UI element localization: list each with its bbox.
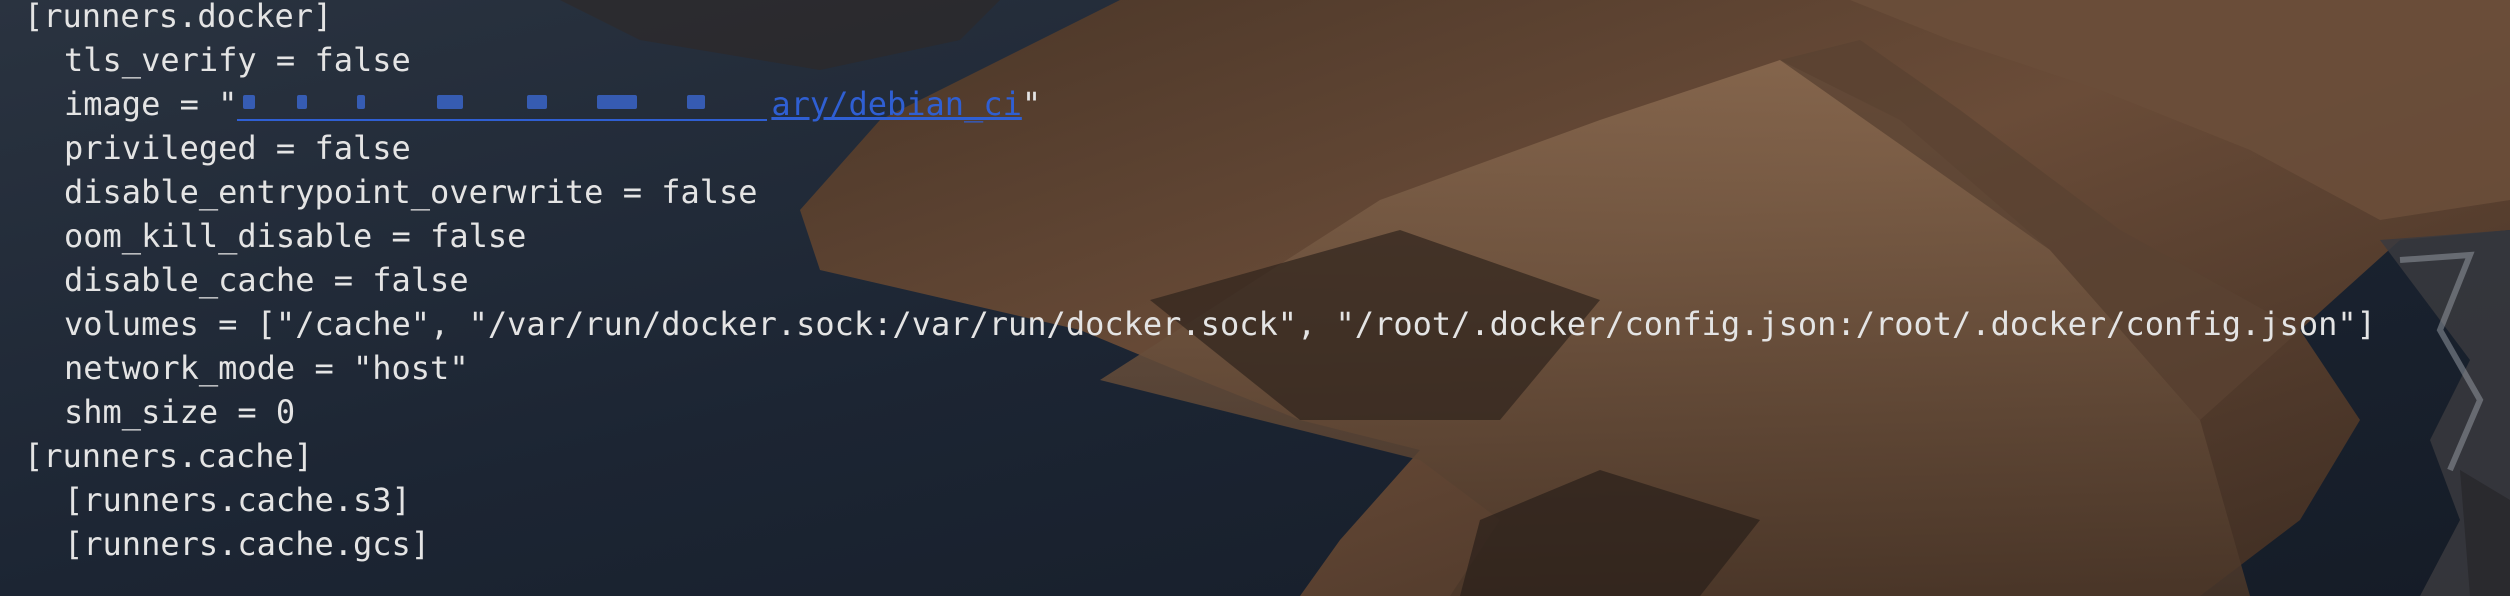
config-line-image: image = " ary/debian_ci" [24, 82, 2376, 126]
config-section-runners-docker: [runners.docker] [24, 0, 333, 35]
image-line-prefix: image = " [64, 85, 238, 123]
config-line-oom-kill-disable: oom_kill_disable = false [64, 217, 527, 255]
config-line-network-mode: network_mode = "host" [64, 349, 469, 387]
redacted-url-blocks [237, 89, 768, 121]
config-section-runners-cache: [runners.cache] [24, 437, 313, 475]
image-url-tail: ary/debian_ci [771, 85, 1022, 123]
desktop-screen: [runners.docker] tls_verify = false image … [0, 0, 2510, 596]
config-line-tls-verify: tls_verify = false [64, 41, 411, 79]
config-line-volumes: volumes = ["/cache", "/var/run/docker.so… [64, 305, 2376, 343]
config-section-runners-cache-s3: [runners.cache.s3] [64, 481, 411, 519]
terminal-output: [runners.docker] tls_verify = false image … [24, 0, 2376, 566]
config-line-privileged: privileged = false [64, 129, 411, 167]
config-section-runners-cache-gcs: [runners.cache.gcs] [64, 525, 431, 563]
config-line-disable-entrypoint-overwrite: disable_entrypoint_overwrite = false [64, 173, 758, 211]
config-line-shm-size: shm_size = 0 [64, 393, 296, 431]
image-url-link[interactable]: ary/debian_ci [237, 85, 1022, 123]
image-line-suffix: " [1021, 85, 1042, 123]
config-line-disable-cache: disable_cache = false [64, 261, 469, 299]
